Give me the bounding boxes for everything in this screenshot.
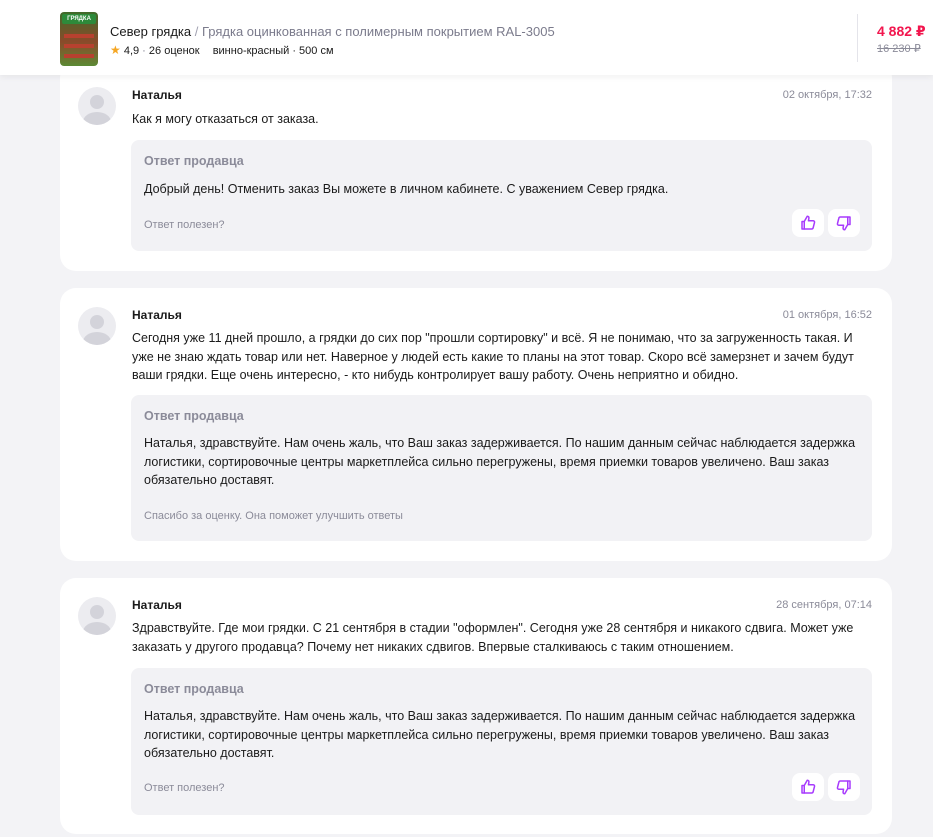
reply-title: Ответ продавца xyxy=(144,409,244,423)
thumbs-down-icon xyxy=(836,780,851,795)
reply-text: Наталья, здравствуйте. Нам очень жаль, ч… xyxy=(144,436,856,487)
current-price: 4 882 ₽ xyxy=(877,23,926,39)
dislike-button[interactable] xyxy=(828,209,860,237)
thumbs-up-icon xyxy=(801,215,816,230)
reply-title: Ответ продавца xyxy=(144,154,244,168)
question-card: Наталья 01 октября, 16:52 Сегодня уже 11… xyxy=(60,288,892,561)
author-name: Наталья xyxy=(132,598,182,612)
avatar xyxy=(78,87,116,125)
avatar xyxy=(78,307,116,345)
title-separator: / xyxy=(191,24,202,39)
thumbs-up-icon xyxy=(801,779,816,794)
product-header: ГРЯДКА Север грядка / Грядка оцинкованна… xyxy=(0,0,933,75)
old-price: 16 230 ₽ xyxy=(877,43,921,55)
product-name[interactable]: Грядка оцинкованная с полимерным покрыти… xyxy=(202,24,555,39)
brand-name[interactable]: Север грядка xyxy=(110,24,191,39)
question-date: 02 октября, 17:32 xyxy=(782,89,872,101)
seller-reply: Ответ продавца Добрый день! Отменить зак… xyxy=(131,140,872,251)
thumbnail-label: ГРЯДКА xyxy=(62,14,96,24)
like-button[interactable] xyxy=(792,773,824,801)
like-button[interactable] xyxy=(792,209,824,237)
header-divider xyxy=(857,14,858,62)
question-card: Наталья 02 октября, 17:32 Как я могу отк… xyxy=(60,62,892,271)
seller-reply: Ответ продавца Наталья, здравствуйте. На… xyxy=(131,395,872,541)
reviews-count[interactable]: 26 оценок xyxy=(149,45,200,57)
feedback-thanks: Спасибо за оценку. Она поможет улучшить … xyxy=(144,510,403,522)
reply-text: Наталья, здравствуйте. Нам очень жаль, ч… xyxy=(144,709,856,760)
author-name: Наталья xyxy=(132,88,182,102)
helpful-prompt: Ответ полезен? xyxy=(144,219,225,231)
product-meta: ★ 4,9 · 26 оценок винно-красный · 500 см xyxy=(110,43,334,58)
author-name: Наталья xyxy=(132,308,182,322)
question-date: 01 октября, 16:52 xyxy=(782,309,872,321)
question-text: Сегодня уже 11 дней прошло, а грядки до … xyxy=(132,331,854,382)
question-text: Как я могу отказаться от заказа. xyxy=(132,112,319,126)
product-title[interactable]: Север грядка / Грядка оцинкованная с пол… xyxy=(110,24,555,40)
seller-reply: Ответ продавца Наталья, здравствуйте. На… xyxy=(131,668,872,815)
variant-label: винно-красный · 500 см xyxy=(212,45,334,57)
meta-dot: · xyxy=(139,45,149,57)
question-card: Наталья 28 сентября, 07:14 Здравствуйте.… xyxy=(60,578,892,834)
reply-text: Добрый день! Отменить заказ Вы можете в … xyxy=(144,182,669,196)
rating-value: 4,9 xyxy=(123,45,140,57)
thumbs-down-icon xyxy=(836,216,851,231)
question-date: 28 сентября, 07:14 xyxy=(776,599,872,611)
reply-title: Ответ продавца xyxy=(144,682,244,696)
avatar xyxy=(78,597,116,635)
star-icon: ★ xyxy=(110,43,121,57)
helpful-prompt: Ответ полезен? xyxy=(144,782,225,794)
question-text: Здравствуйте. Где мои грядки. С 21 сентя… xyxy=(132,621,854,654)
product-thumbnail[interactable]: ГРЯДКА xyxy=(60,12,98,66)
dislike-button[interactable] xyxy=(828,773,860,801)
